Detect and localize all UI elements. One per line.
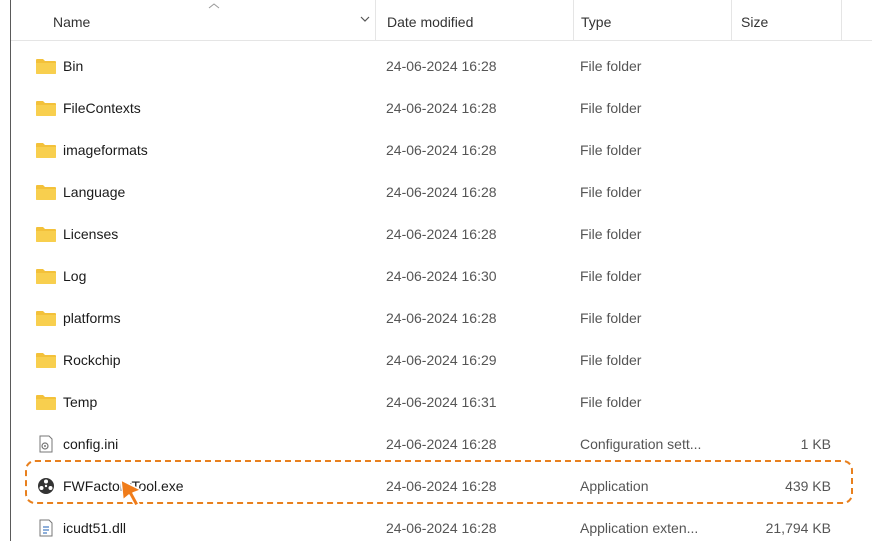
file-size xyxy=(731,255,831,297)
folder-icon xyxy=(35,309,57,327)
column-header-size[interactable]: Size xyxy=(731,0,841,40)
file-row[interactable]: platforms 24-06-2024 16:28 File folder xyxy=(11,297,872,339)
file-size: 439 KB xyxy=(785,478,831,494)
file-type: File folder xyxy=(580,268,642,284)
file-row[interactable]: Bin 24-06-2024 16:28 File folder xyxy=(11,45,872,87)
folder-icon xyxy=(35,183,57,201)
file-row[interactable]: FileContexts 24-06-2024 16:28 File folder xyxy=(11,87,872,129)
file-date-modified: 24-06-2024 16:28 xyxy=(386,226,497,242)
file-row[interactable]: Rockchip 24-06-2024 16:29 File folder xyxy=(11,339,872,381)
folder-icon xyxy=(35,393,57,411)
file-size xyxy=(731,87,831,129)
file-row[interactable]: Licenses 24-06-2024 16:28 File folder xyxy=(11,213,872,255)
file-name: platforms xyxy=(63,310,121,326)
file-name: Licenses xyxy=(63,226,119,242)
column-header: Name Date modified Type Size xyxy=(11,0,872,41)
settings-file-icon xyxy=(35,435,57,453)
file-type: File folder xyxy=(580,226,642,242)
file-date-modified: 24-06-2024 16:28 xyxy=(386,184,497,200)
file-size xyxy=(731,339,831,381)
folder-icon xyxy=(35,57,57,75)
file-size xyxy=(731,171,831,213)
file-date-modified: 24-06-2024 16:28 xyxy=(386,58,497,74)
folder-icon xyxy=(35,225,57,243)
file-type: File folder xyxy=(580,58,642,74)
file-size: 1 KB xyxy=(800,436,831,452)
file-date-modified: 24-06-2024 16:28 xyxy=(386,436,497,452)
folder-icon xyxy=(35,99,57,117)
file-row[interactable]: Temp 24-06-2024 16:31 File folder xyxy=(11,381,872,423)
file-name: icudt51.dll xyxy=(63,520,127,536)
cursor-icon xyxy=(120,479,142,507)
file-name: FileContexts xyxy=(63,100,141,116)
file-row[interactable]: imageformats 24-06-2024 16:28 File folder xyxy=(11,129,872,171)
file-date-modified: 24-06-2024 16:30 xyxy=(386,268,497,284)
folder-icon xyxy=(35,267,57,285)
file-row[interactable]: config.ini 24-06-2024 16:28 Configuration … xyxy=(11,423,872,465)
file-name: Language xyxy=(63,184,126,200)
file-type: Configuration sett... xyxy=(580,436,702,452)
file-size xyxy=(731,297,831,339)
column-header-date[interactable]: Date modified xyxy=(375,0,573,40)
application-icon xyxy=(35,477,57,495)
file-date-modified: 24-06-2024 16:29 xyxy=(386,352,497,368)
folder-icon xyxy=(35,351,57,369)
file-name: Bin xyxy=(63,58,84,74)
file-size xyxy=(731,381,831,423)
chevron-down-icon[interactable] xyxy=(360,15,370,23)
file-date-modified: 24-06-2024 16:28 xyxy=(386,478,497,494)
file-name: imageformats xyxy=(63,142,148,158)
file-list-pane: Name Date modified Type Size Bin 24-06-20… xyxy=(10,0,872,541)
file-name: config.ini xyxy=(63,436,119,452)
column-header-type[interactable]: Type xyxy=(573,0,731,40)
file-size: 21,794 KB xyxy=(765,520,831,536)
file-type: File folder xyxy=(580,310,642,326)
file-row[interactable]: Log 24-06-2024 16:30 File folder xyxy=(11,255,872,297)
file-row[interactable]: icudt51.dll 24-06-2024 16:28 Application e… xyxy=(11,507,872,549)
file-type: File folder xyxy=(580,184,642,200)
file-name: FWFactoryTool.exe xyxy=(63,465,383,507)
folder-icon xyxy=(35,141,57,159)
file-size xyxy=(731,45,831,87)
column-header-name[interactable]: Name xyxy=(53,0,373,40)
file-name: Rockchip xyxy=(63,352,121,368)
file-type: File folder xyxy=(580,352,642,368)
file-type: File folder xyxy=(580,142,642,158)
file-type: Application xyxy=(580,478,649,494)
column-header-spacer xyxy=(841,0,872,40)
file-date-modified: 24-06-2024 16:31 xyxy=(386,394,497,410)
file-type: Application exten... xyxy=(580,520,699,536)
dll-file-icon xyxy=(35,519,57,537)
file-type: File folder xyxy=(580,100,642,116)
file-row[interactable]: Language 24-06-2024 16:28 File folder xyxy=(11,171,872,213)
file-name: Log xyxy=(63,268,87,284)
file-size xyxy=(731,129,831,171)
file-name: Temp xyxy=(63,394,98,410)
file-date-modified: 24-06-2024 16:28 xyxy=(386,142,497,158)
file-type: File folder xyxy=(580,394,642,410)
file-date-modified: 24-06-2024 16:28 xyxy=(386,520,497,536)
file-date-modified: 24-06-2024 16:28 xyxy=(386,100,497,116)
file-size xyxy=(731,213,831,255)
file-date-modified: 24-06-2024 16:28 xyxy=(386,310,497,326)
